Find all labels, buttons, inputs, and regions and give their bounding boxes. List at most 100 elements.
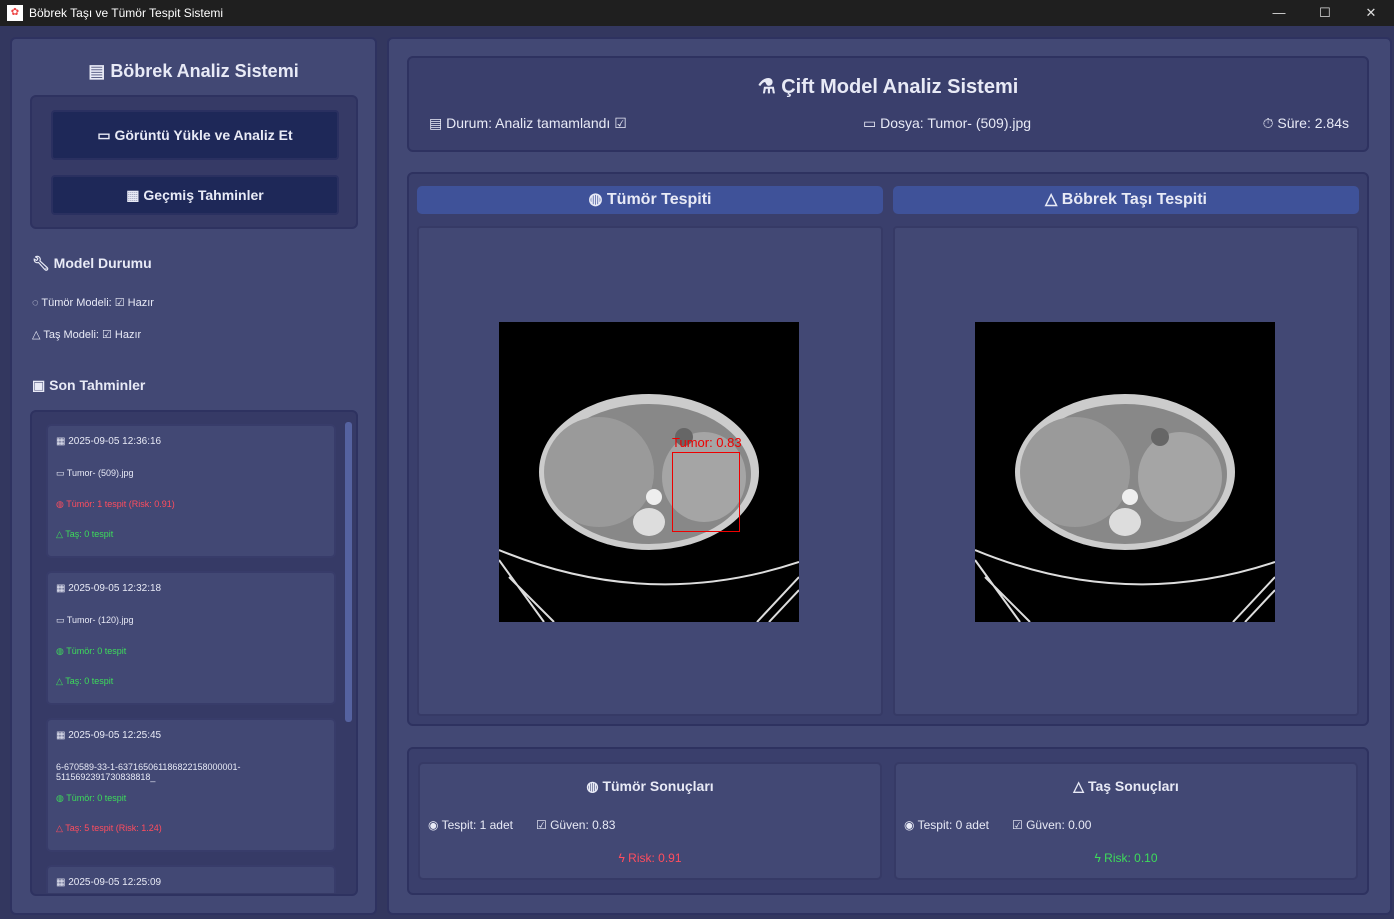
folder-icon: ▭ [56,468,67,478]
calendar-icon: ▦ [56,436,69,447]
tumor-panel-header: ◍ Tümör Tespiti [417,186,883,214]
stone-panel-header: △ Böbrek Taşı Tespiti [893,186,1359,214]
stone-panel-title: Böbrek Taşı Tespiti [1061,191,1207,208]
stone-confidence: ☑ Güven: 0.00 [1012,818,1092,832]
tumor-box-label: Tumor: 0.83 [672,435,742,450]
kidney-app-icon: ✿ [7,5,23,21]
stone-icon: △ [1045,191,1062,208]
stone-model-text: Taş Modeli: ☑ Hazır [43,329,142,341]
box-icon: ▣ [32,377,50,393]
folder-icon: ▭ [97,127,115,143]
recent-file-value: Tumor- (120).jpg [66,615,134,625]
recent-time-value: 2025-09-05 12:36:16 [68,436,162,447]
tumor-bounding-box [672,452,740,532]
header-title-wrap: ⚗ Çift Model Analiz Sistemi [409,74,1367,99]
stone-ct-image [974,322,1276,623]
clipboard-icon: ▦ [126,187,144,203]
tumor-count-value: Tespit: 1 adet [441,818,513,832]
sidebar-title-wrap: ▤ Böbrek Analiz Sistemi [12,61,375,82]
recent-tumor-value: Tümör: 0 tespit [66,646,127,656]
upload-analyze-button[interactable]: ▭ Görüntü Yükle ve Analiz Et [51,110,339,160]
minimize-button[interactable]: — [1256,0,1302,26]
recent-prediction-card[interactable]: ▦ 2025-09-05 12:25:45 6-670589-33-1-63716… [46,718,336,852]
tumor-ct-image: Tumor: 0.83 [498,322,800,623]
window-title: Böbrek Taşı ve Tümör Tespit Sistemi [29,6,224,20]
stone-results-card: △ Taş Sonuçları ◉ Tespit: 0 adet ☑ Güven… [894,762,1358,880]
tumor-confidence-value: Güven: 0.83 [550,818,616,832]
scrollbar[interactable] [345,422,352,722]
document-icon: ▤ [88,61,111,81]
history-button[interactable]: ▦ Geçmiş Tahminler [51,175,339,215]
folder-icon: ▭ [56,615,67,625]
stone-model-status: △ Taş Modeli: ☑ Hazır [32,329,142,341]
recent-time-value: 2025-09-05 12:32:18 [68,583,162,594]
history-label: Geçmiş Tahminler [143,187,264,203]
file-value: Dosya: Tumor- (509).jpg [880,115,1032,131]
tumor-results-heading: ◍ Tümör Sonuçları [586,778,714,794]
stone-image-panel [893,226,1359,716]
recent-stone: △ Taş: 5 tespit (Risk: 1.24) [56,823,162,834]
stone-risk: ϟ Risk: 0.10 [896,851,1356,865]
recent-title: Son Tahminler [49,377,146,393]
stone-risk-value: Risk: 0.10 [1104,851,1158,865]
tumor-image-panel: Tumor: 0.83 [417,226,883,716]
recent-stone-value: Taş: 0 tespit [65,529,114,539]
model-status-heading: 🔧︎ Model Durumu [32,255,152,272]
tumor-risk-value: Risk: 0.91 [628,851,682,865]
recent-list: ▦ 2025-09-05 12:36:16 ▭ Tumor- (509).jpg ◍… [30,410,358,896]
microscope-icon: ⚗ [757,76,782,98]
lightning-icon: ϟ [618,851,629,865]
recent-stone-value: Taş: 5 tespit (Risk: 1.24) [65,823,162,833]
calendar-icon: ▦ [56,583,69,594]
recent-tumor: ◍ Tümör: 0 tespit [56,793,126,804]
tumor-results-card: ◍ Tümör Sonuçları ◉ Tespit: 1 adet ☑ Güv… [418,762,882,880]
tumor-icon: ◍ [56,499,67,509]
stone-icon: △ [56,823,66,833]
tumor-icon: ◍ [56,793,67,803]
recent-prediction-card[interactable]: ▦ 2025-09-05 12:25:09 [46,865,336,893]
recent-prediction-card[interactable]: ▦ 2025-09-05 12:36:16 ▭ Tumor- (509).jpg ◍… [46,424,336,558]
tumor-confidence: ☑ Güven: 0.83 [536,818,616,832]
stone-results-title: Taş Sonuçları [1087,778,1179,794]
lightning-icon: ϟ [1094,851,1105,865]
recent-file: ▭ Tumor- (120).jpg [56,615,134,626]
stone-results-heading: △ Taş Sonuçları [1073,778,1179,794]
calendar-icon: ▦ [56,877,69,888]
tumor-icon: ◍ [588,191,607,208]
recent-time: ▦ 2025-09-05 12:25:45 [56,730,161,741]
recent-file: 6-670589-33-1-637165061186822158000001-5… [56,762,334,782]
recent-stone-value: Taş: 0 tespit [65,676,114,686]
stone-confidence-value: Güven: 0.00 [1026,818,1092,832]
file-text: ▭ Dosya: Tumor- (509).jpg [863,115,1032,131]
recent-time: ▦ 2025-09-05 12:32:18 [56,583,161,594]
duration-value: Süre: 2.84s [1277,115,1349,131]
actions-box: ▭ Görüntü Yükle ve Analiz Et ▦ Geçmiş Ta… [30,95,358,229]
tumor-model-status: ◌ Tümör Modeli: ☑ Hazır [32,297,154,309]
sidebar-title: Böbrek Analiz Sistemi [110,61,299,81]
recent-file-value: Tumor- (509).jpg [66,468,134,478]
stone-icon: △ [56,676,66,686]
close-button[interactable]: ✕ [1348,0,1394,26]
tumor-results-title: Tümör Sonuçları [602,778,714,794]
recent-tumor: ◍ Tümör: 0 tespit [56,646,126,657]
header-title: Çift Model Analiz Sistemi [781,76,1019,98]
stone-count: ◉ Tespit: 0 adet [904,818,989,832]
stone-count-value: Tespit: 0 adet [917,818,989,832]
recent-time-value: 2025-09-05 12:25:09 [68,877,162,888]
tumor-icon: ◍ [56,646,67,656]
recent-stone: △ Taş: 0 tespit [56,676,113,687]
recent-prediction-card[interactable]: ▦ 2025-09-05 12:32:18 ▭ Tumor- (120).jpg ◍… [46,571,336,705]
tumor-panel-title: Tümör Tespiti [606,191,712,208]
recent-tumor-value: Tümör: 1 tespit (Risk: 0.91) [66,499,175,509]
calendar-icon: ▦ [56,730,69,741]
header-box: ⚗ Çift Model Analiz Sistemi ▤ Durum: Ana… [407,56,1369,152]
recent-time: ▦ 2025-09-05 12:36:16 [56,436,161,447]
tumor-model-text: Tümör Modeli: ☑ Hazır [41,297,154,309]
wrench-icon: 🔧︎ [32,255,54,271]
recent-time-value: 2025-09-05 12:25:45 [68,730,162,741]
sidebar: ▤ Böbrek Analiz Sistemi ▭ Görüntü Yükle … [10,37,377,915]
tumor-risk: ϟ Risk: 0.91 [420,851,880,865]
recent-tumor: ◍ Tümör: 1 tespit (Risk: 0.91) [56,499,175,510]
maximize-button[interactable]: ☐ [1302,0,1348,26]
ct-scan-drawing [498,394,800,623]
